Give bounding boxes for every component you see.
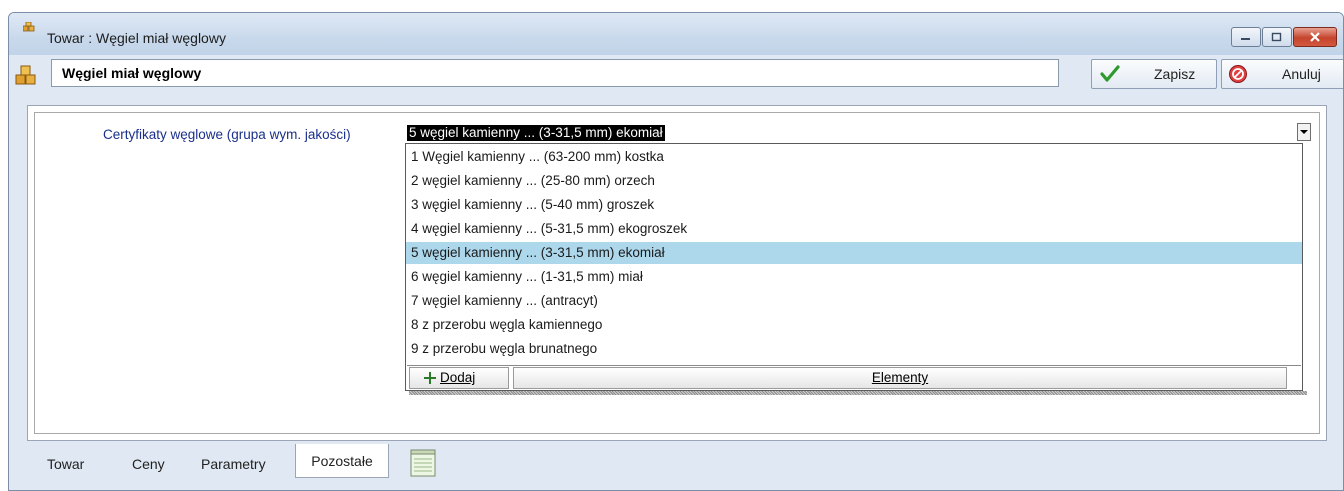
certificate-field-label: Certyfikaty węglowe (grupa wym. jakości) [103, 127, 351, 142]
dropdown-item-selected[interactable]: 5 węgiel kamienny ... (3-31,5 mm) ekomia… [406, 242, 1302, 264]
boxes-icon [15, 65, 36, 85]
window-controls [1230, 27, 1337, 49]
dialog-window: Towar : Węgiel miał węglowy Węgiel miał … [8, 12, 1344, 491]
save-label: Zapisz [1154, 66, 1196, 82]
plus-icon [424, 372, 436, 384]
tab-parametry[interactable]: Parametry [201, 450, 266, 478]
tab-bar: Towar Ceny Parametry Pozostałe [27, 444, 1337, 482]
notepad-icon[interactable] [409, 448, 437, 478]
minimize-icon [1241, 38, 1250, 40]
dropdown-shadow [409, 391, 1307, 395]
certificate-dropdown-list: 1 Węgiel kamienny ... (63-200 mm) kostka… [405, 143, 1303, 391]
tab-pozostale[interactable]: Pozostałe [295, 444, 389, 478]
dropdown-item[interactable]: 3 węgiel kamienny ... (5-40 mm) groszek [406, 194, 1302, 216]
title-bar[interactable]: Towar : Węgiel miał węglowy [9, 13, 1343, 55]
cancel-label: Anuluj [1282, 66, 1321, 82]
maximize-button[interactable] [1262, 27, 1292, 47]
dropdown-footer: Dodaj Elementy [407, 365, 1301, 390]
elements-label: Elementy [871, 370, 929, 385]
close-button[interactable] [1293, 27, 1337, 47]
combo-selected-value: 5 węgiel kamienny ... (3-31,5 mm) ekomia… [407, 125, 665, 141]
toolbar: Węgiel miał węglowy Zapisz Anuluj [9, 55, 1343, 101]
product-name-field[interactable]: Węgiel miał węglowy [51, 59, 1059, 87]
tab-towar[interactable]: Towar [47, 450, 84, 478]
close-icon [1310, 32, 1320, 42]
dropdown-item[interactable]: 2 węgiel kamienny ... (25-80 mm) orzech [406, 170, 1302, 192]
certificate-combobox[interactable]: 5 węgiel kamienny ... (3-31,5 mm) ekomia… [407, 121, 1311, 143]
boxes-icon [23, 22, 35, 32]
dropdown-item[interactable]: 7 węgiel kamienny ... (antracyt) [406, 290, 1302, 312]
window-title: Towar : Węgiel miał węglowy [47, 30, 226, 46]
chevron-down-icon [1300, 130, 1308, 134]
tab-ceny[interactable]: Ceny [132, 450, 165, 478]
checkmark-icon [1100, 65, 1120, 82]
dropdown-item[interactable]: 9 z przerobu węgla brunatnego [406, 338, 1302, 360]
dropdown-item[interactable]: 1 Węgiel kamienny ... (63-200 mm) kostka [406, 146, 1302, 168]
dropdown-item[interactable]: 4 węgiel kamienny ... (5-31,5 mm) ekogro… [406, 218, 1302, 240]
minimize-button[interactable] [1231, 27, 1261, 47]
elements-button[interactable]: Elementy [513, 367, 1287, 389]
add-button[interactable]: Dodaj [409, 367, 509, 389]
dropdown-item[interactable]: 8 z przerobu węgla kamiennego [406, 314, 1302, 336]
cancel-button[interactable]: Anuluj [1221, 59, 1343, 89]
cancel-icon [1229, 65, 1247, 83]
dropdown-item[interactable]: 6 węgiel kamienny ... (1-31,5 mm) miał [406, 266, 1302, 288]
maximize-icon [1271, 32, 1282, 42]
combo-dropdown-button[interactable] [1297, 123, 1311, 141]
save-button[interactable]: Zapisz [1091, 59, 1217, 89]
add-label: Dodaj [440, 370, 476, 385]
